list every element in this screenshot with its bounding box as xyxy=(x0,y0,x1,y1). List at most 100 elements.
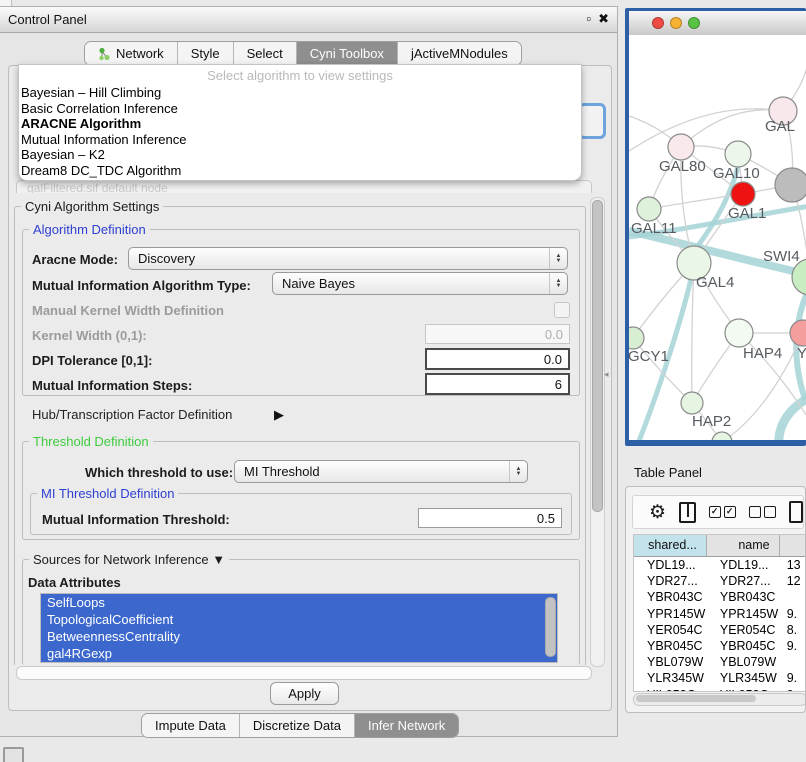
columns-icon[interactable] xyxy=(679,502,696,523)
hub-definition-expander[interactable]: Hub/Transcription Factor Definition xyxy=(32,407,232,422)
tab-label: Style xyxy=(191,46,220,61)
mi-steps-field[interactable]: 6 xyxy=(425,373,570,395)
kernel-width-field[interactable]: 0.0 xyxy=(425,324,570,344)
column-header-shared[interactable]: shared... xyxy=(634,535,707,556)
network-node-gal10[interactable] xyxy=(725,141,751,167)
network-node[interactable] xyxy=(775,168,806,202)
dpi-tolerance-field[interactable]: 0.0 xyxy=(425,348,570,370)
checked-pair-icon[interactable]: ✓✓ xyxy=(709,506,736,518)
control-panel-title: Control Panel xyxy=(0,12,87,27)
close-traffic-light-icon[interactable] xyxy=(652,17,664,29)
network-node-hap4[interactable] xyxy=(725,319,753,347)
node-label: GAL80 xyxy=(659,158,706,175)
table-row[interactable]: YBR045CYBR045C9. xyxy=(634,638,806,654)
control-panel-titlebar: Control Panel ▫ ✖ xyxy=(0,7,617,33)
table-row[interactable]: YPR145WYPR145W9. xyxy=(634,606,806,622)
expand-right-icon[interactable]: ▶ xyxy=(274,407,284,423)
network-node-y[interactable] xyxy=(790,320,806,346)
splitter-handle-icon[interactable]: ◂ xyxy=(604,369,609,380)
collapse-down-icon[interactable]: ▼ xyxy=(212,552,225,567)
column-header-name[interactable]: name xyxy=(707,535,780,556)
tab-cyni-toolbox[interactable]: Cyni Toolbox xyxy=(297,42,398,65)
table-cell: 9. xyxy=(780,687,806,693)
sources-group-title: Sources for Network Inference ▼ xyxy=(29,552,229,567)
network-selector-combo[interactable]: galFiltered.sif default node xyxy=(16,180,592,193)
table-cell: YLR345W xyxy=(707,670,780,686)
tab-label: Cyni Toolbox xyxy=(310,46,384,61)
zoom-traffic-light-icon[interactable] xyxy=(688,17,700,29)
attribute-item-selected[interactable]: SelfLoops xyxy=(41,594,557,611)
network-node-gcy1[interactable] xyxy=(629,327,644,349)
table-row[interactable]: YBR043CYBR043C xyxy=(634,589,806,605)
data-attributes-list[interactable]: SelfLoopsTopologicalCoefficientBetweenne… xyxy=(40,593,558,663)
apply-button[interactable]: Apply xyxy=(270,682,339,705)
tab-network[interactable]: Network xyxy=(85,42,178,65)
table-row[interactable]: YER054CYER054C8. xyxy=(634,622,806,638)
close-window-icon[interactable]: ✖ xyxy=(598,11,609,27)
dock-panel-icon[interactable] xyxy=(3,747,24,762)
table-cell: YBR045C xyxy=(707,638,780,654)
float-window-icon[interactable]: ▫ xyxy=(586,11,591,27)
dropdown-item[interactable]: Bayesian – K2 xyxy=(19,147,581,163)
tab-style[interactable]: Style xyxy=(178,42,234,65)
aracne-mode-select[interactable]: Discovery ▲▼ xyxy=(128,247,568,270)
column-header[interactable] xyxy=(780,535,806,556)
tab-label: Impute Data xyxy=(155,718,226,733)
tab-infer-network[interactable]: Infer Network xyxy=(355,714,458,737)
attribute-item-selected[interactable]: TopologicalCoefficient xyxy=(41,611,557,628)
which-threshold-select[interactable]: MI Threshold ▲▼ xyxy=(234,460,528,483)
network-node-hap2[interactable] xyxy=(681,392,703,414)
bottom-tabbar: Impute Data Discretize Data Infer Network xyxy=(141,713,459,738)
table-cell: YDL19... xyxy=(634,557,707,573)
network-node-gal80[interactable] xyxy=(668,134,694,160)
page-icon[interactable] xyxy=(789,501,803,523)
node-label: Y xyxy=(797,345,806,362)
node-label: GAL10 xyxy=(713,165,760,182)
node-label: GAL11 xyxy=(631,220,677,237)
table-row[interactable]: YLR345WYLR345W9. xyxy=(634,670,806,686)
table-row[interactable]: YDR27...YDR27...12 xyxy=(634,573,806,589)
scrollbar-thumb[interactable] xyxy=(592,200,603,512)
mi-algorithm-type-select[interactable]: Naive Bayes ▲▼ xyxy=(272,272,568,295)
dropdown-item[interactable]: Basic Correlation Inference xyxy=(19,101,581,117)
table-row[interactable]: YIL052CYIL052C9. xyxy=(634,687,806,693)
table-horizontal-scrollbar[interactable] xyxy=(633,693,806,706)
mi-threshold-field[interactable]: 0.5 xyxy=(418,508,562,528)
tab-impute-data[interactable]: Impute Data xyxy=(142,714,240,737)
network-edge[interactable] xyxy=(629,109,783,151)
network-edge-thick[interactable] xyxy=(779,397,806,440)
manual-kernel-width-checkbox[interactable] xyxy=(554,302,570,318)
network-window-titlebar[interactable] xyxy=(629,11,806,36)
mi-algorithm-type-label: Mutual Information Algorithm Type: xyxy=(32,278,251,293)
dropdown-item[interactable]: Mutual Information Inference xyxy=(19,132,581,148)
table-row[interactable]: YDL19...YDL19...13 xyxy=(634,557,806,573)
table-cell: 9. xyxy=(780,670,806,686)
attribute-item-selected[interactable]: gal4RGexp xyxy=(41,645,557,662)
tab-select[interactable]: Select xyxy=(234,42,297,65)
tab-label: Infer Network xyxy=(368,718,445,733)
dropdown-item[interactable]: Bayesian – Hill Climbing xyxy=(19,85,581,101)
tab-jactivemnodules[interactable]: jActiveMNodules xyxy=(398,42,521,65)
network-canvas[interactable]: GALGAL80GAL10GAL1GAL11SWI4GAL4GCY1HAP4YH… xyxy=(629,35,806,440)
dpi-tolerance-label: DPI Tolerance [0,1]: xyxy=(32,353,152,368)
table-row[interactable]: YBL079WYBL079W xyxy=(634,654,806,670)
gear-icon[interactable]: ⚙ xyxy=(649,503,666,522)
dropdown-item[interactable]: ARACNE Algorithm xyxy=(19,116,581,132)
attribute-item-selected[interactable]: BetweennessCentrality xyxy=(41,628,557,645)
settings-horizontal-scrollbar[interactable] xyxy=(16,666,592,680)
manual-kernel-width-label: Manual Kernel Width Definition xyxy=(32,303,224,318)
dropdown-item[interactable]: Dream8 DC_TDC Algorithm xyxy=(19,163,581,179)
tab-discretize-data[interactable]: Discretize Data xyxy=(240,714,355,737)
table-body: YDL19...YDL19...13YDR27...YDR27...12YBR0… xyxy=(634,557,806,692)
table-toolbar: ⚙ ✓✓ xyxy=(632,495,804,529)
settings-vertical-scrollbar[interactable] xyxy=(590,197,605,667)
table-cell: YER054C xyxy=(634,622,707,638)
unchecked-pair-icon[interactable] xyxy=(749,506,776,518)
cyni-algorithm-settings-title: Cyni Algorithm Settings xyxy=(21,199,163,214)
scrollbar-thumb[interactable] xyxy=(636,695,756,702)
node-label: GAL4 xyxy=(696,274,734,291)
network-node-gal11[interactable] xyxy=(637,197,661,221)
list-scrollbar[interactable] xyxy=(545,597,556,657)
network-node-gal1[interactable] xyxy=(731,182,755,206)
minimize-traffic-light-icon[interactable] xyxy=(670,17,682,29)
